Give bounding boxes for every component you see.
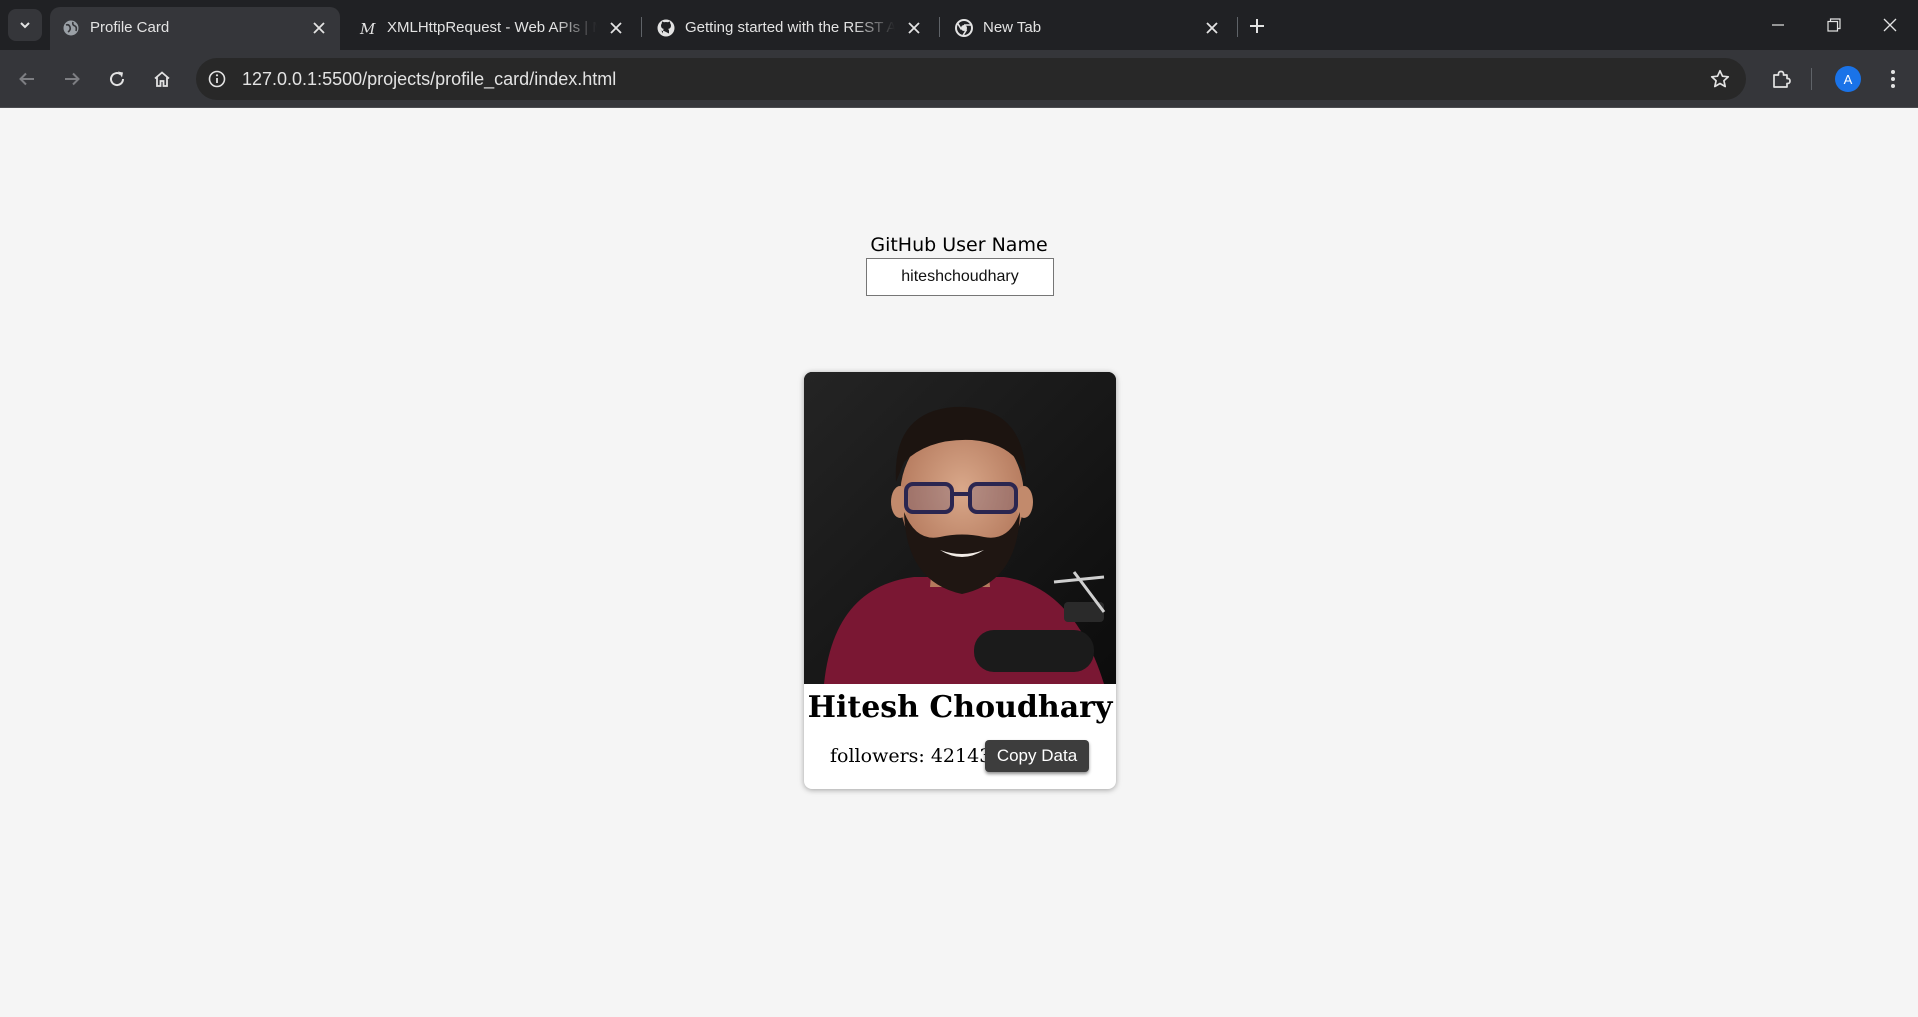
plus-icon bbox=[1250, 19, 1264, 33]
close-icon[interactable] bbox=[310, 19, 328, 37]
tab-title: Profile Card bbox=[90, 19, 170, 36]
tab-title: New Tab bbox=[983, 19, 1042, 36]
reload-button[interactable] bbox=[100, 62, 134, 96]
arrow-left-icon bbox=[19, 72, 34, 86]
extensions-button[interactable] bbox=[1764, 62, 1798, 96]
tab-title: XMLHttpRequest - Web APIs | MDN bbox=[387, 19, 597, 36]
page-viewport: GitHub User Name hiteshchoudhary Hitesh … bbox=[0, 109, 1918, 1017]
url-text[interactable]: 127.0.0.1:5500/projects/profile_card/ind… bbox=[242, 69, 616, 90]
chevron-down-icon bbox=[20, 22, 30, 29]
close-icon bbox=[1883, 18, 1897, 32]
tab-divider bbox=[939, 17, 940, 37]
chrome-icon bbox=[955, 19, 973, 37]
tab-profile-card[interactable]: Profile Card bbox=[50, 7, 340, 50]
profile-avatar-image bbox=[804, 372, 1116, 684]
profile-avatar[interactable]: A bbox=[1835, 66, 1861, 92]
tab-divider bbox=[641, 17, 642, 37]
home-icon bbox=[154, 71, 170, 87]
browser-toolbar: 127.0.0.1:5500/projects/profile_card/ind… bbox=[0, 50, 1918, 108]
reload-icon bbox=[110, 71, 125, 87]
toolbar-divider bbox=[1811, 68, 1812, 90]
mdn-icon: M bbox=[359, 19, 377, 37]
restore-button[interactable] bbox=[1806, 0, 1862, 50]
close-icon[interactable] bbox=[607, 19, 625, 37]
tab-search-button[interactable] bbox=[8, 9, 42, 41]
new-tab-button[interactable] bbox=[1243, 12, 1271, 40]
close-icon[interactable] bbox=[1203, 19, 1221, 37]
tab-title: Getting started with the REST API bbox=[685, 19, 895, 36]
profile-name: Hitesh Choudhary bbox=[807, 690, 1113, 725]
home-button[interactable] bbox=[145, 62, 179, 96]
minimize-icon bbox=[1772, 24, 1784, 26]
close-window-button[interactable] bbox=[1862, 0, 1918, 50]
restore-icon bbox=[1827, 18, 1841, 32]
tab-divider bbox=[1237, 17, 1238, 37]
followers-count: followers: 42143 bbox=[830, 745, 992, 767]
tab-xmlhttprequest[interactable]: M XMLHttpRequest - Web APIs | MDN bbox=[347, 7, 637, 50]
github-icon bbox=[657, 19, 675, 37]
back-button[interactable] bbox=[10, 62, 44, 96]
forward-button[interactable] bbox=[55, 62, 89, 96]
globe-icon bbox=[62, 19, 80, 37]
username-input[interactable] bbox=[866, 258, 1054, 296]
bookmark-star-icon[interactable] bbox=[1708, 67, 1732, 91]
browser-menu-button[interactable] bbox=[1876, 62, 1910, 96]
puzzle-icon bbox=[1773, 70, 1791, 88]
address-bar[interactable]: 127.0.0.1:5500/projects/profile_card/ind… bbox=[196, 58, 1746, 100]
tab-strip: Profile Card M XMLHttpRequest - Web APIs… bbox=[0, 0, 1918, 50]
minimize-button[interactable] bbox=[1750, 0, 1806, 50]
site-info-icon[interactable] bbox=[205, 67, 229, 91]
svg-text:M: M bbox=[359, 20, 376, 37]
tab-getting-started-rest[interactable]: Getting started with the REST API bbox=[645, 7, 935, 50]
kebab-menu-icon bbox=[1891, 70, 1895, 88]
copy-data-button[interactable]: Copy Data bbox=[985, 740, 1089, 772]
arrow-right-icon bbox=[65, 72, 80, 86]
username-label: GitHub User Name bbox=[870, 234, 1048, 256]
tab-new-tab[interactable]: New Tab bbox=[943, 7, 1233, 50]
profile-card: Hitesh Choudhary followers: 42143 Copy D… bbox=[804, 372, 1116, 789]
close-icon[interactable] bbox=[905, 19, 923, 37]
